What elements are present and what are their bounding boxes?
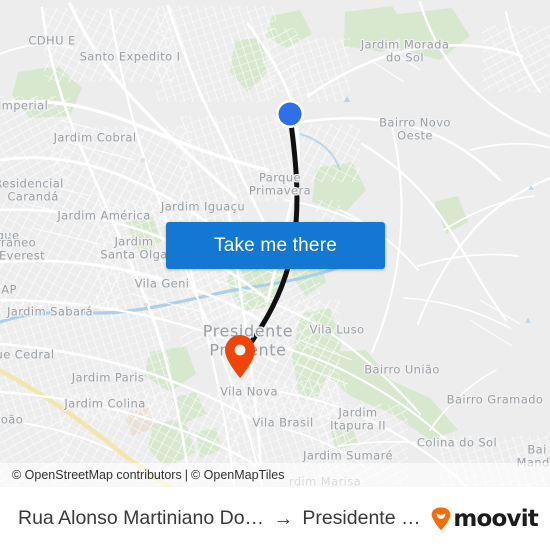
take-me-there-button[interactable]: Take me there [166, 222, 385, 269]
route-origin-label: Rua Alonso Martiniano Dos Sant... [18, 507, 264, 529]
arrow-right-icon: → [273, 507, 294, 530]
destination-pin-marker[interactable] [222, 333, 258, 379]
moovit-wordmark: moovit [453, 505, 538, 532]
origin-dot-marker[interactable] [272, 96, 308, 132]
route-destination-label: Presidente Pru... [302, 507, 422, 529]
moovit-map-screen: CDHU E Santo Expedito I Imperial Jardim Cob… [0, 0, 550, 550]
moovit-pin-icon [431, 506, 451, 530]
moovit-logo[interactable]: moovit [430, 505, 539, 532]
route-bottom-bar: Rua Alonso Martiniano Dos Sant... → Pres… [0, 487, 550, 550]
map-canvas[interactable]: CDHU E Santo Expedito I Imperial Jardim Cob… [0, 0, 550, 487]
route-summary[interactable]: Rua Alonso Martiniano Dos Sant... → Pres… [18, 507, 422, 530]
